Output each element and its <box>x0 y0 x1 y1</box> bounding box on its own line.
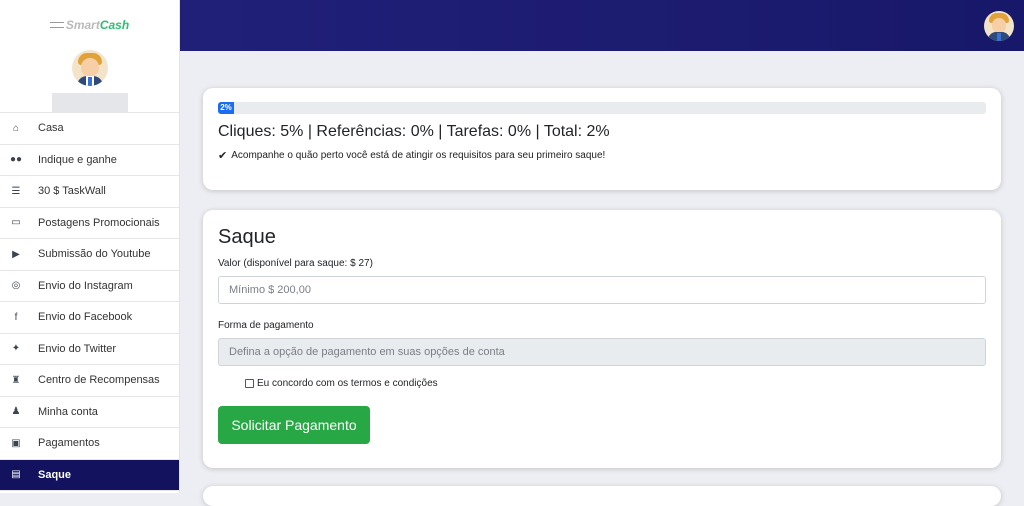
document-icon: ▤ <box>11 469 21 481</box>
payment-method-label: Forma de pagamento <box>218 320 314 331</box>
progress-note: ✔ Acompanhe o quão perto você está de at… <box>218 149 986 162</box>
withdraw-title: Saque <box>218 226 276 248</box>
sidebar-item-youtube[interactable]: ▶ Submissão do Youtube <box>0 239 179 271</box>
sidebar-item-saque[interactable]: ▤ Saque <box>0 459 179 491</box>
sidebar-item-label: Submissão do Youtube <box>38 248 151 261</box>
sidebar-item-label: Saque <box>38 468 72 481</box>
additional-card <box>203 486 1001 506</box>
brand-suffix: Cash <box>99 18 130 32</box>
sidebar-item-minha-conta[interactable]: ♟ Minha conta <box>0 397 179 428</box>
sidebar-item-label: 30 $ TaskWall <box>38 185 106 198</box>
progress-fill: 2% <box>218 102 234 114</box>
users-icon: ●● <box>9 154 23 166</box>
brand-logo[interactable]: Smart Cash <box>0 0 179 50</box>
username-placeholder <box>51 93 128 112</box>
sidebar-item-label: Postagens Promocionais <box>38 216 160 229</box>
facebook-icon: f <box>14 311 18 323</box>
instagram-icon: ◎ <box>11 280 21 292</box>
sidebar-item-label: Indique e ganhe <box>38 153 117 166</box>
sidebar-item-label: Pagamentos <box>38 437 100 450</box>
top-bar <box>180 0 1024 51</box>
progress-stats: Cliques: 5% | Referências: 0% | Tarefas:… <box>218 123 610 140</box>
request-payment-button[interactable]: Solicitar Pagamento <box>218 406 370 444</box>
sidebar-item-twitter[interactable]: ✦ Envio do Twitter <box>0 334 179 365</box>
youtube-icon: ▶ <box>12 248 20 260</box>
id-card-icon: ▭ <box>11 217 21 229</box>
sidebar-item-label: Envio do Instagram <box>38 279 133 292</box>
sidebar-item-label: Envio do Facebook <box>38 311 133 324</box>
profile-block <box>0 50 179 112</box>
trophy-icon: ♜ <box>11 374 21 386</box>
terms-label: Eu concordo com os termos e condições <box>257 378 438 389</box>
user-avatar[interactable] <box>984 11 1014 41</box>
sidebar-item-label: Minha conta <box>38 405 98 418</box>
amount-input[interactable]: Mínimo $ 200,00 <box>218 276 986 304</box>
sidebar: Smart Cash ⌂ Casa ●● Indique e ganhe ☰ 30 $ … <box>0 0 180 493</box>
progress-card: 2% Cliques: 5% | Referências: 0% | Taref… <box>203 88 1001 190</box>
progress-note-text: Acompanhe o quão perto você está de atin… <box>231 150 606 161</box>
terms-checkbox[interactable] <box>245 379 254 388</box>
sidebar-item-pagamentos[interactable]: ▣ Pagamentos <box>0 428 179 460</box>
sidebar-item-indique[interactable]: ●● Indique e ganhe <box>0 145 179 176</box>
sidebar-item-casa[interactable]: ⌂ Casa <box>0 113 179 145</box>
sidebar-nav: ⌂ Casa ●● Indique e ganhe ☰ 30 $ TaskWall ▭… <box>0 112 179 491</box>
user-icon: ♟ <box>11 406 21 418</box>
sidebar-item-label: Casa <box>38 122 64 135</box>
brand-prefix: Smart <box>65 18 100 32</box>
twitter-icon: ✦ <box>11 343 21 355</box>
amount-label: Valor (disponível para saque: $ 27) <box>218 258 373 269</box>
check-icon: ✔ <box>218 150 228 162</box>
payment-method-input[interactable]: Defina a opção de pagamento em suas opçõ… <box>218 338 986 366</box>
list-icon: ☰ <box>11 185 21 197</box>
sidebar-item-label: Envio do Twitter <box>38 342 117 355</box>
home-icon: ⌂ <box>12 122 20 134</box>
sidebar-item-recompensas[interactable]: ♜ Centro de Recompensas <box>0 365 179 397</box>
sidebar-item-facebook[interactable]: f Envio do Facebook <box>0 302 179 334</box>
withdraw-card: Saque Valor (disponível para saque: $ 27… <box>203 210 1001 468</box>
sidebar-item-taskwall[interactable]: ☰ 30 $ TaskWall <box>0 176 179 208</box>
logo-lines-icon <box>49 22 64 28</box>
progress-bar: 2% <box>218 102 986 114</box>
terms-agreement[interactable]: Eu concordo com os termos e condições <box>245 378 986 389</box>
sidebar-item-label: Centro de Recompensas <box>38 374 160 387</box>
money-icon: ▣ <box>11 437 21 449</box>
sidebar-item-postagens[interactable]: ▭ Postagens Promocionais <box>0 208 179 239</box>
sidebar-item-instagram[interactable]: ◎ Envio do Instagram <box>0 271 179 302</box>
avatar[interactable] <box>71 50 108 86</box>
